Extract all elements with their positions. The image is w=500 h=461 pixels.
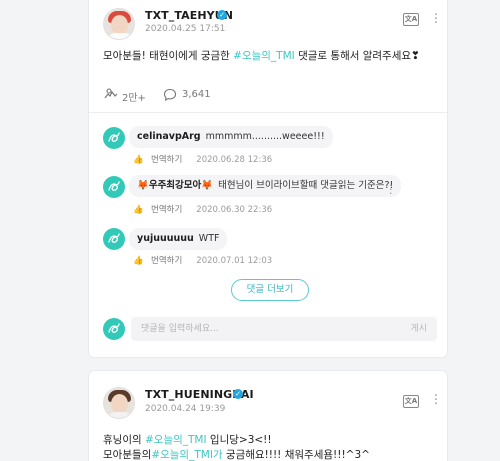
comment-meta: 👍 번역하기 2020.07.01 12:03 [133,254,272,266]
comment-meta: 👍 번역하기 2020.06.28 12:36 [133,153,272,165]
comment-author[interactable]: 🦊우주최강모아🦊 [137,180,213,191]
post-date: 2020.04.25 17:51 [145,24,226,34]
comment-count: 3,641 [182,89,211,100]
comment-bubble: celinavpArg mmmmm..........weeee!!! [129,126,333,148]
commenter-avatar[interactable] [103,127,125,149]
post-card: TXT_HUENINGKAI ✓ 2020.04.24 19:39 文A · · ·… [88,370,448,461]
more-vertical-icon[interactable]: · · · [389,180,393,199]
author-avatar[interactable] [103,8,135,40]
comment-bubble: 🦊우주최강모아🦊 태현님이 브이라이브할때 댓글읽는 기준은?! [129,175,402,197]
my-avatar [103,318,125,340]
hashtag-link[interactable]: #오늘의_TMI [233,50,295,62]
divider [89,112,447,113]
author-avatar[interactable] [103,387,135,419]
more-vertical-icon[interactable]: · · · [433,390,439,411]
comment-input[interactable] [141,317,381,341]
comment-date: 2020.06.30 22:36 [196,205,273,215]
hashtag-link[interactable]: #오늘의_TMI가 [151,449,222,461]
post-text: 모아분들의#오늘의_TMI가 궁금해요!!!! 채워주세욤!!!^3^ [103,449,370,461]
comment-date: 2020.07.01 12:03 [196,256,273,266]
post-comment-button[interactable]: 게시 [410,317,427,341]
hashtag-link[interactable]: #오늘의_TMI [145,434,207,446]
translate-link[interactable]: 번역하기 [151,155,182,165]
translate-icon[interactable]: 文A [403,13,419,26]
comment-author[interactable]: celinavpArg [137,131,201,142]
comment-author[interactable]: yujuuuuuu [137,233,194,244]
more-vertical-icon[interactable]: · · · [433,9,439,30]
speech-bubble-icon[interactable] [163,88,178,101]
post-text: 모아분들! 태현이에게 궁금한 #오늘의_TMI 댓글로 통해서 알려주세요❣ [103,50,420,62]
post-card: TXT_TAEHYUN ✓ 2020.04.25 17:51 文A · · · 모아… [88,0,448,358]
translate-link[interactable]: 번역하기 [151,256,182,266]
comment-text: WTF [198,233,220,244]
thumbs-up-icon[interactable]: 👍 [133,256,144,266]
translate-icon[interactable]: 文A [403,395,419,408]
verified-badge-icon: ✓ [233,389,243,399]
more-comments-button[interactable]: 댓글 더보기 [231,279,309,301]
reply-box: 게시 [131,317,437,341]
translate-link[interactable]: 번역하기 [151,205,182,215]
comment-date: 2020.06.28 12:36 [196,155,273,165]
post-date: 2020.04.24 19:39 [145,404,226,414]
heart-hands-icon[interactable] [103,88,118,101]
verified-badge-icon: ✓ [217,10,227,20]
thumbs-up-icon[interactable]: 👍 [133,155,144,165]
like-count: 2만+ [122,93,146,104]
commenter-avatar[interactable] [103,176,125,198]
post-text: 휴닝이의 #오늘의_TMI 입니당>3<!! [103,434,272,446]
comment-text: mmmmm..........weeee!!! [205,131,325,142]
commenter-avatar[interactable] [103,228,125,250]
comment-bubble: yujuuuuuu WTF [129,228,228,250]
comment-text: 태현님이 브이라이브할때 댓글읽는 기준은?! [218,180,394,191]
thumbs-up-icon[interactable]: 👍 [133,205,144,215]
comment-meta: 👍 번역하기 2020.06.30 22:36 [133,203,272,215]
